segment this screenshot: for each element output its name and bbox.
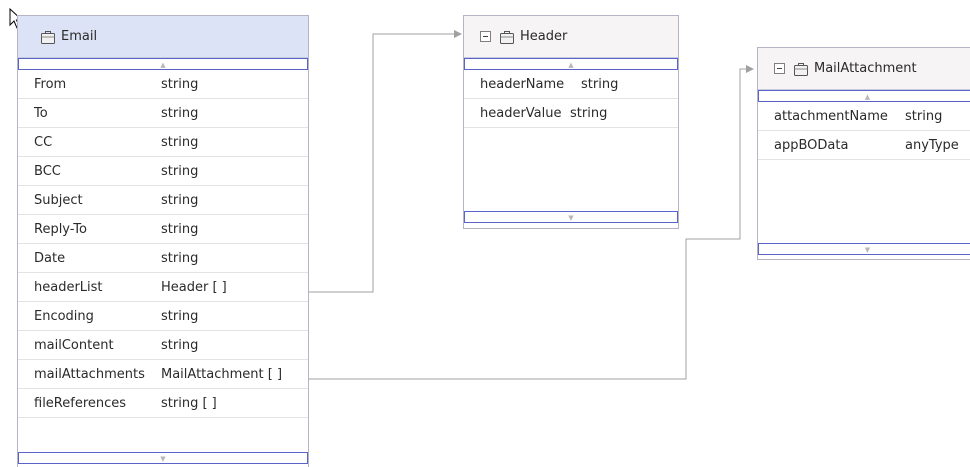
field-name: Subject — [34, 192, 83, 208]
field-type: string — [161, 221, 199, 237]
field-type: Header [ ] — [161, 279, 227, 295]
scroll-up-arrow-icon: ▲ — [864, 93, 871, 101]
header-scroll-up[interactable]: ▲ — [464, 58, 678, 70]
scroll-up-arrow-icon: ▲ — [160, 61, 166, 69]
field-name: To — [34, 105, 48, 121]
mailattachment-header[interactable]: MailAttachment — [758, 48, 970, 90]
field-type: string — [161, 105, 199, 121]
header-scroll-down[interactable]: ▼ — [464, 211, 678, 223]
connector-headerlist-to-header — [299, 33, 454, 293]
field-name: headerList — [34, 279, 103, 295]
mailattachment-business-object[interactable]: MailAttachment ▲ attachmentName string app… — [757, 47, 970, 260]
mailattachment-title: MailAttachment — [814, 61, 917, 76]
email-field-list: From string To string CC string BCC string Subje… — [18, 70, 308, 418]
field-row[interactable]: BCC string — [18, 157, 308, 186]
header-header[interactable]: Header — [464, 16, 678, 58]
connector-arrow-mailattachment — [746, 65, 754, 73]
field-name: mailAttachments — [34, 366, 145, 382]
field-row[interactable]: To string — [18, 99, 308, 128]
field-name: mailContent — [34, 337, 114, 353]
field-type: MailAttachment [ ] — [161, 366, 283, 382]
field-row[interactable]: mailContent string — [18, 331, 308, 360]
field-row[interactable]: Date string — [18, 244, 308, 273]
field-row[interactable]: headerList Header [ ] — [18, 273, 308, 302]
field-name: BCC — [34, 163, 61, 179]
mailattachment-scroll-up[interactable]: ▲ — [758, 90, 970, 102]
field-row[interactable]: attachmentName string — [758, 102, 970, 131]
field-row[interactable]: Encoding string — [18, 302, 308, 331]
field-type: anyType — [905, 137, 959, 153]
header-field-list: headerName string headerValue string — [464, 70, 678, 128]
field-name: attachmentName — [774, 108, 888, 124]
field-row[interactable]: headerName string — [464, 70, 678, 99]
connector-arrow-header — [454, 30, 462, 38]
mailattachment-scroll-down[interactable]: ▼ — [758, 243, 970, 255]
collapse-minus-icon[interactable] — [480, 31, 491, 42]
scroll-down-arrow-icon: ▼ — [864, 246, 871, 254]
field-name: Encoding — [34, 308, 94, 324]
business-object-icon — [41, 30, 55, 44]
field-row[interactable]: From string — [18, 70, 308, 99]
email-title: Email — [61, 29, 98, 44]
field-row[interactable]: headerValue string — [464, 99, 678, 128]
field-row[interactable]: Reply-To string — [18, 215, 308, 244]
header-title: Header — [520, 29, 568, 44]
mailattachment-field-list: attachmentName string appBOData anyType — [758, 102, 970, 160]
field-row[interactable]: CC string — [18, 128, 308, 157]
field-type: string — [161, 76, 199, 92]
field-type: string [ ] — [161, 395, 217, 411]
field-type: string — [161, 337, 199, 353]
email-business-object[interactable]: Email ▲ From string To string CC string BCC str… — [17, 15, 309, 467]
field-row[interactable]: appBOData anyType — [758, 131, 970, 160]
business-object-icon — [794, 62, 808, 76]
field-type: string — [581, 76, 619, 92]
business-object-icon — [500, 30, 514, 44]
field-type: string — [161, 163, 199, 179]
field-name: fileReferences — [34, 395, 127, 411]
scroll-down-arrow-icon: ▼ — [160, 455, 166, 463]
field-row[interactable]: fileReferences string [ ] — [18, 389, 308, 418]
scroll-down-arrow-icon: ▼ — [568, 214, 574, 222]
field-type: string — [161, 250, 199, 266]
field-name: Date — [34, 250, 66, 266]
header-business-object[interactable]: Header ▲ headerName string headerValue stri… — [463, 15, 679, 229]
field-type: string — [161, 192, 199, 208]
field-row[interactable]: mailAttachments MailAttachment [ ] — [18, 360, 308, 389]
field-type: string — [161, 134, 199, 150]
email-scroll-up[interactable]: ▲ — [18, 58, 308, 70]
scroll-up-arrow-icon: ▲ — [568, 61, 574, 69]
field-name: CC — [34, 134, 53, 150]
email-scroll-down[interactable]: ▼ — [18, 452, 308, 464]
field-name: headerName — [480, 76, 565, 92]
field-type: string — [905, 108, 943, 124]
field-name: Reply-To — [34, 221, 87, 237]
field-name: headerValue — [480, 105, 562, 121]
field-type: string — [161, 308, 199, 324]
field-row[interactable]: Subject string — [18, 186, 308, 215]
field-name: appBOData — [774, 137, 849, 153]
field-type: string — [570, 105, 608, 121]
field-name: From — [34, 76, 67, 92]
email-header[interactable]: Email — [18, 16, 308, 58]
collapse-minus-icon[interactable] — [774, 63, 785, 74]
